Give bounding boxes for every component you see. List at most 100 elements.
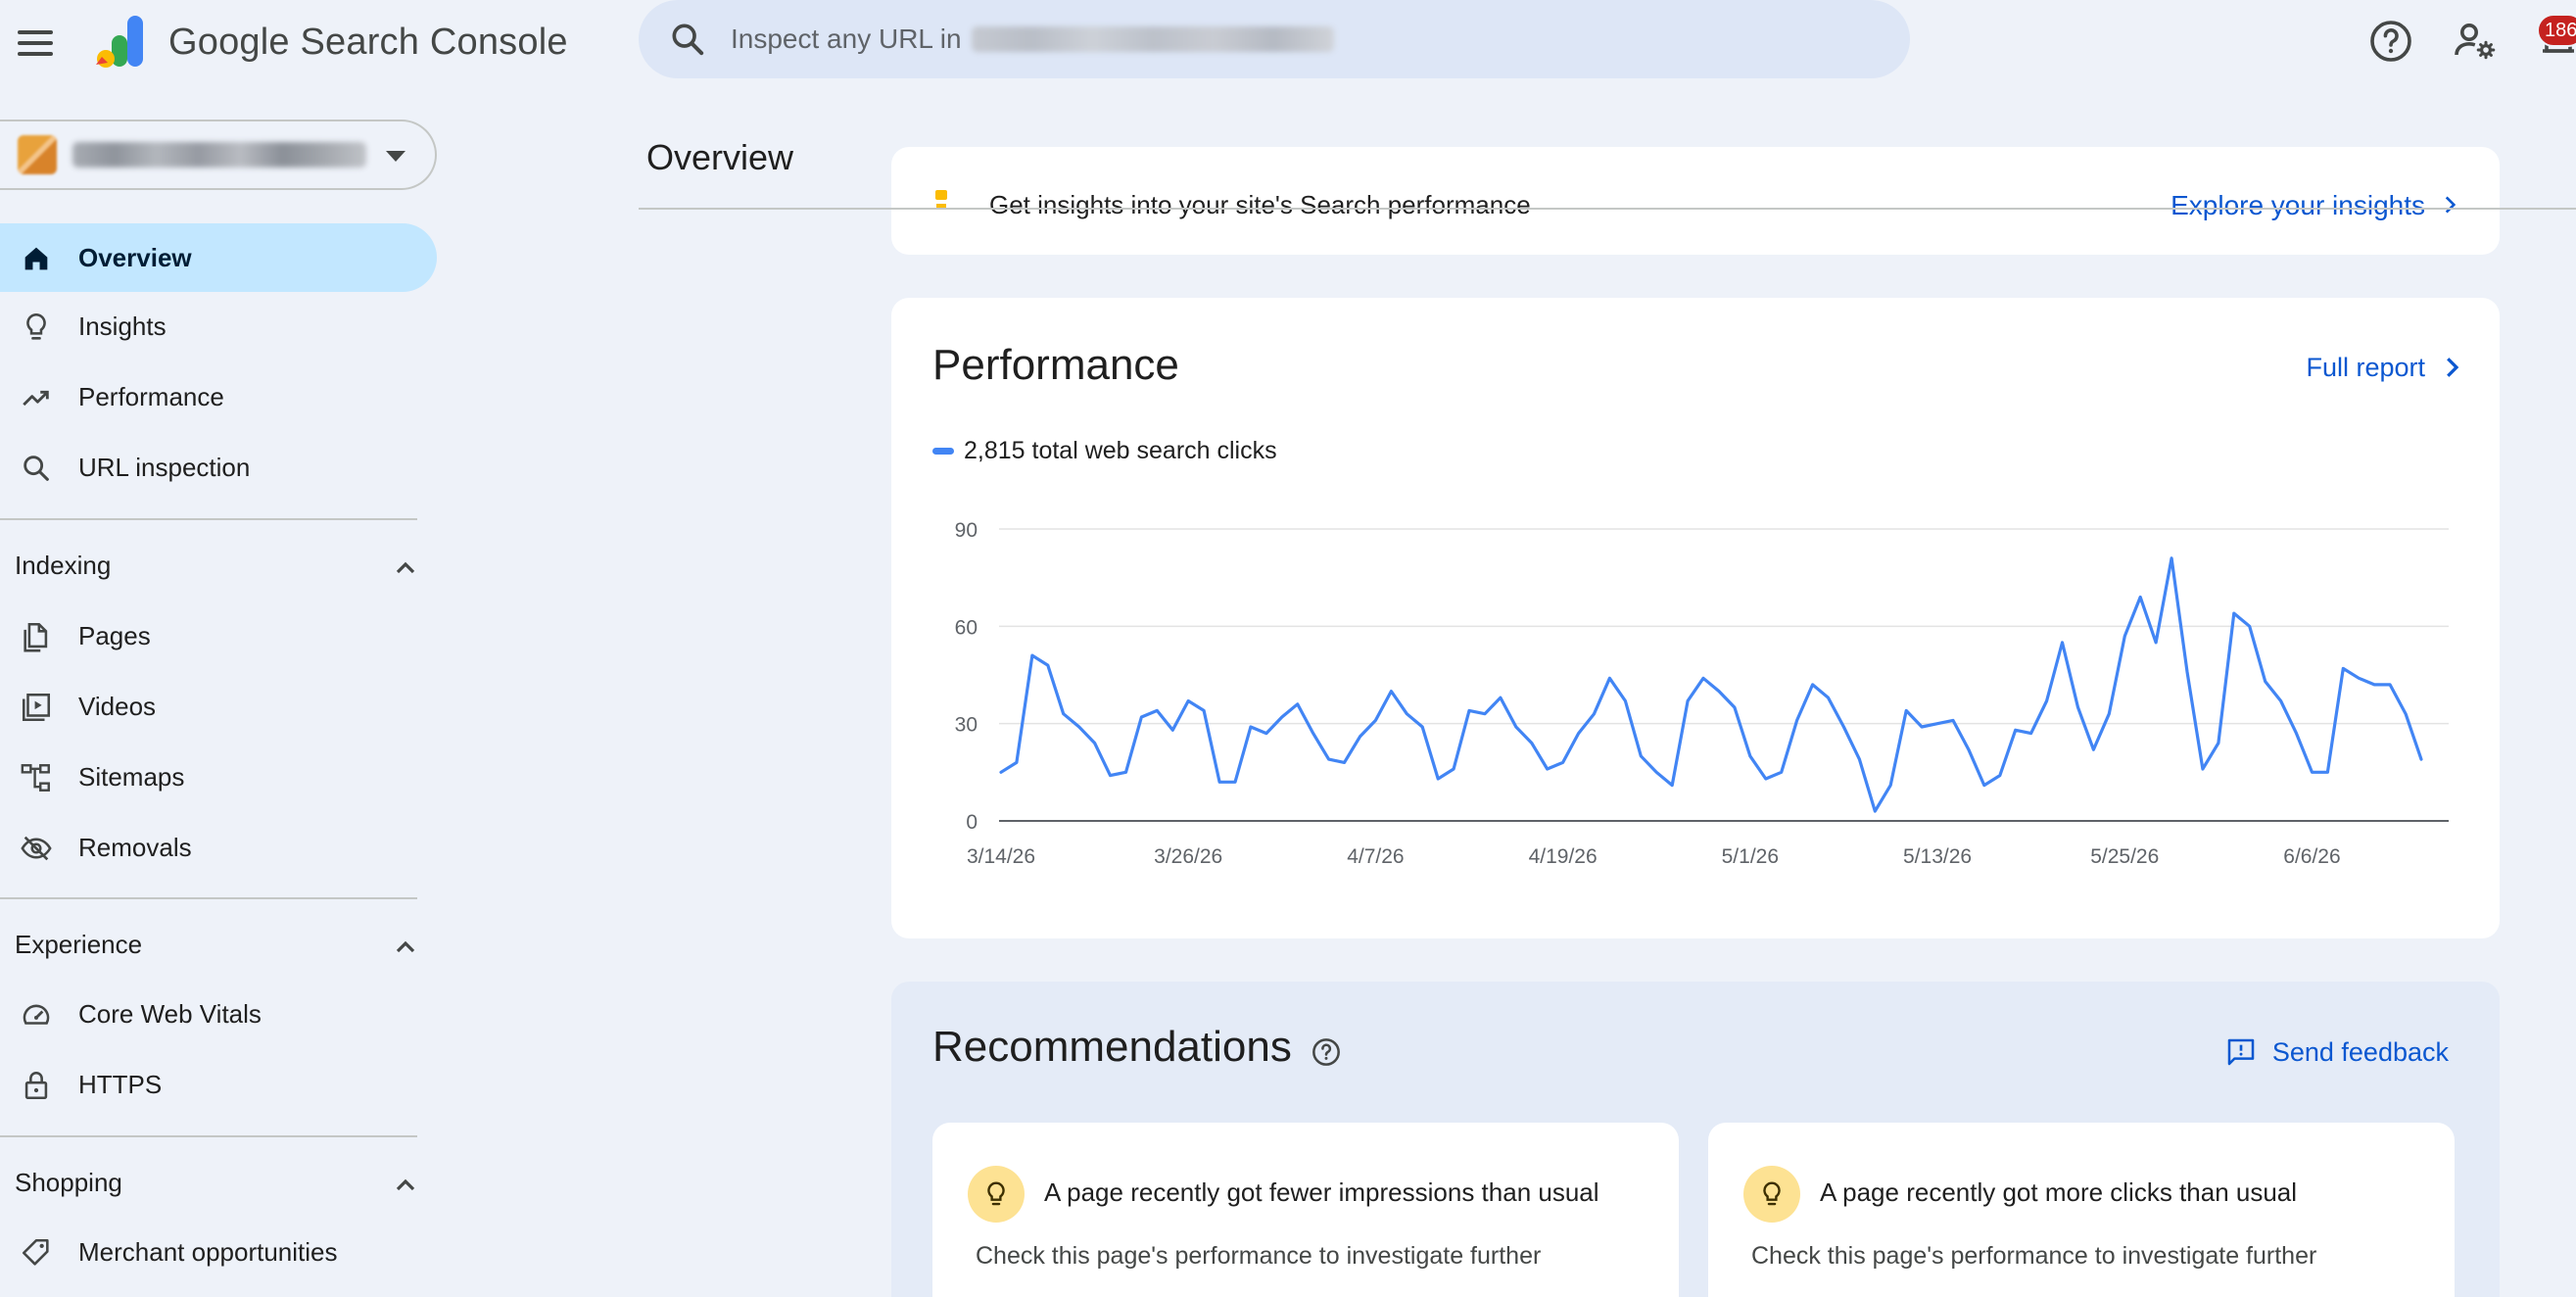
main-menu-icon[interactable] xyxy=(14,22,57,65)
speedometer-icon xyxy=(23,1004,50,1025)
data-point xyxy=(1919,724,1925,730)
sidebar-item-pages[interactable]: Pages xyxy=(0,601,437,670)
sidebar-item-url-inspection[interactable]: URL inspection xyxy=(0,433,437,502)
eye-off-icon xyxy=(21,836,52,861)
sidebar-item-label: Removals xyxy=(78,832,192,862)
data-point xyxy=(2324,769,2330,775)
search-icon xyxy=(672,24,704,56)
sitemap-icon xyxy=(21,764,50,792)
sidebar-item-overview[interactable]: Overview xyxy=(0,223,437,292)
send-feedback-button[interactable]: Send feedback xyxy=(2225,1036,2449,1068)
sidebar-item-label: Performance xyxy=(78,381,224,411)
x-tick-label: 6/6/26 xyxy=(2283,845,2340,868)
data-point xyxy=(2231,610,2237,616)
x-tick-label: 3/26/26 xyxy=(1154,845,1222,868)
data-point xyxy=(2122,633,2127,639)
data-point xyxy=(1810,682,1816,688)
data-point xyxy=(1685,697,1691,703)
data-point xyxy=(1794,717,1800,723)
legend-label: 2,815 total web search clicks xyxy=(964,437,1277,464)
data-point xyxy=(1840,724,1846,730)
data-point xyxy=(1653,769,1659,775)
x-tick-label: 4/7/26 xyxy=(1347,845,1404,868)
performance-card: Performance Full report 2,815 total web … xyxy=(891,298,2500,938)
data-point xyxy=(1372,717,1378,723)
property-url-blurred xyxy=(971,26,1334,52)
data-point xyxy=(1248,724,1254,730)
video-icon xyxy=(22,693,51,722)
data-point xyxy=(2184,669,2190,675)
data-point xyxy=(1295,701,1301,707)
manage-users-icon[interactable] xyxy=(2452,18,2499,65)
sidebar-item-insights[interactable]: Insights xyxy=(0,292,437,360)
data-point xyxy=(2294,731,2300,737)
section-experience[interactable]: Experience xyxy=(0,910,437,979)
data-point xyxy=(2216,741,2221,746)
recommendation-card[interactable]: A page recently got more clicks than usu… xyxy=(1708,1123,2455,1297)
data-point xyxy=(998,769,1004,775)
sidebar-item-merchant-opportunities[interactable]: Merchant opportunities xyxy=(0,1218,437,1286)
recommendation-title: A page recently got fewer impressions th… xyxy=(1044,1177,1599,1207)
section-shopping[interactable]: Shopping xyxy=(0,1148,437,1217)
sidebar-item-videos[interactable]: Videos xyxy=(0,672,437,741)
data-point xyxy=(1887,783,1893,789)
data-point xyxy=(1061,711,1067,717)
search-console-logo[interactable] xyxy=(92,14,151,72)
sidebar-item-label: Videos xyxy=(78,691,157,721)
data-point xyxy=(1451,766,1456,772)
search-input[interactable]: Inspect any URL in xyxy=(731,24,962,55)
x-tick-label: 4/19/26 xyxy=(1529,845,1598,868)
data-point xyxy=(1856,756,1862,762)
sidebar-item-label: URL inspection xyxy=(78,452,251,482)
section-label: Shopping xyxy=(15,1167,122,1197)
data-point xyxy=(1529,741,1535,746)
x-tick-label: 5/13/26 xyxy=(1903,845,1972,868)
x-tick-label: 3/14/26 xyxy=(967,845,1035,868)
sidebar-item-sitemaps[interactable]: Sitemaps xyxy=(0,743,437,811)
section-label: Experience xyxy=(15,929,143,959)
data-point xyxy=(1669,783,1675,789)
data-point xyxy=(2060,640,2066,646)
data-point xyxy=(1404,711,1409,717)
recommendation-title: A page recently got more clicks than usu… xyxy=(1820,1177,2298,1207)
data-point xyxy=(1591,711,1597,717)
tag-icon xyxy=(22,1238,49,1266)
data-point xyxy=(2106,711,2112,717)
data-point xyxy=(1747,753,1753,759)
data-point xyxy=(1029,652,1035,658)
sidebar-item-https[interactable]: HTTPS xyxy=(0,1050,437,1119)
data-point xyxy=(2340,665,2346,671)
y-tick-label: 0 xyxy=(966,811,978,834)
data-point xyxy=(1606,675,1612,681)
data-point xyxy=(1966,746,1972,752)
lightbulb-icon xyxy=(26,312,46,340)
sidebar-item-removals[interactable]: Removals xyxy=(0,813,437,882)
data-point xyxy=(1560,759,1566,765)
data-point xyxy=(1716,689,1722,695)
performance-title: Performance xyxy=(932,341,1179,389)
help-icon[interactable] xyxy=(2367,18,2414,65)
data-point xyxy=(1763,776,1769,782)
help-icon[interactable] xyxy=(1311,1036,1342,1068)
url-inspection-search[interactable]: Inspect any URL in xyxy=(639,0,1910,78)
data-point xyxy=(1576,731,1582,737)
chevron-right-icon[interactable] xyxy=(2437,353,2466,382)
data-point xyxy=(2013,727,2019,733)
data-point xyxy=(1638,753,1644,759)
full-report-link[interactable]: Full report xyxy=(2306,353,2425,383)
data-point xyxy=(1201,707,1207,713)
data-point xyxy=(2418,756,2424,762)
recommendation-card[interactable]: A page recently got fewer impressions th… xyxy=(932,1123,1679,1297)
data-point xyxy=(1981,783,1987,789)
clicks-line-chart[interactable]: 0 30 60 90 3/14/26 3/26/26 4/7/26 4/19/26 5/1/26… xyxy=(891,494,2500,905)
section-indexing[interactable]: Indexing xyxy=(0,531,437,600)
y-tick-label: 30 xyxy=(955,714,978,737)
sidebar-item-performance[interactable]: Performance xyxy=(0,362,437,431)
data-point xyxy=(1185,697,1191,703)
property-selector[interactable] xyxy=(0,120,437,190)
sidebar-item-core-web-vitals[interactable]: Core Web Vitals xyxy=(0,980,437,1048)
chart-legend[interactable]: 2,815 total web search clicks xyxy=(932,437,1277,465)
data-point xyxy=(1872,808,1878,814)
recommendation-description: Check this page's performance to investi… xyxy=(1751,1242,2317,1270)
data-point xyxy=(2169,555,2174,561)
